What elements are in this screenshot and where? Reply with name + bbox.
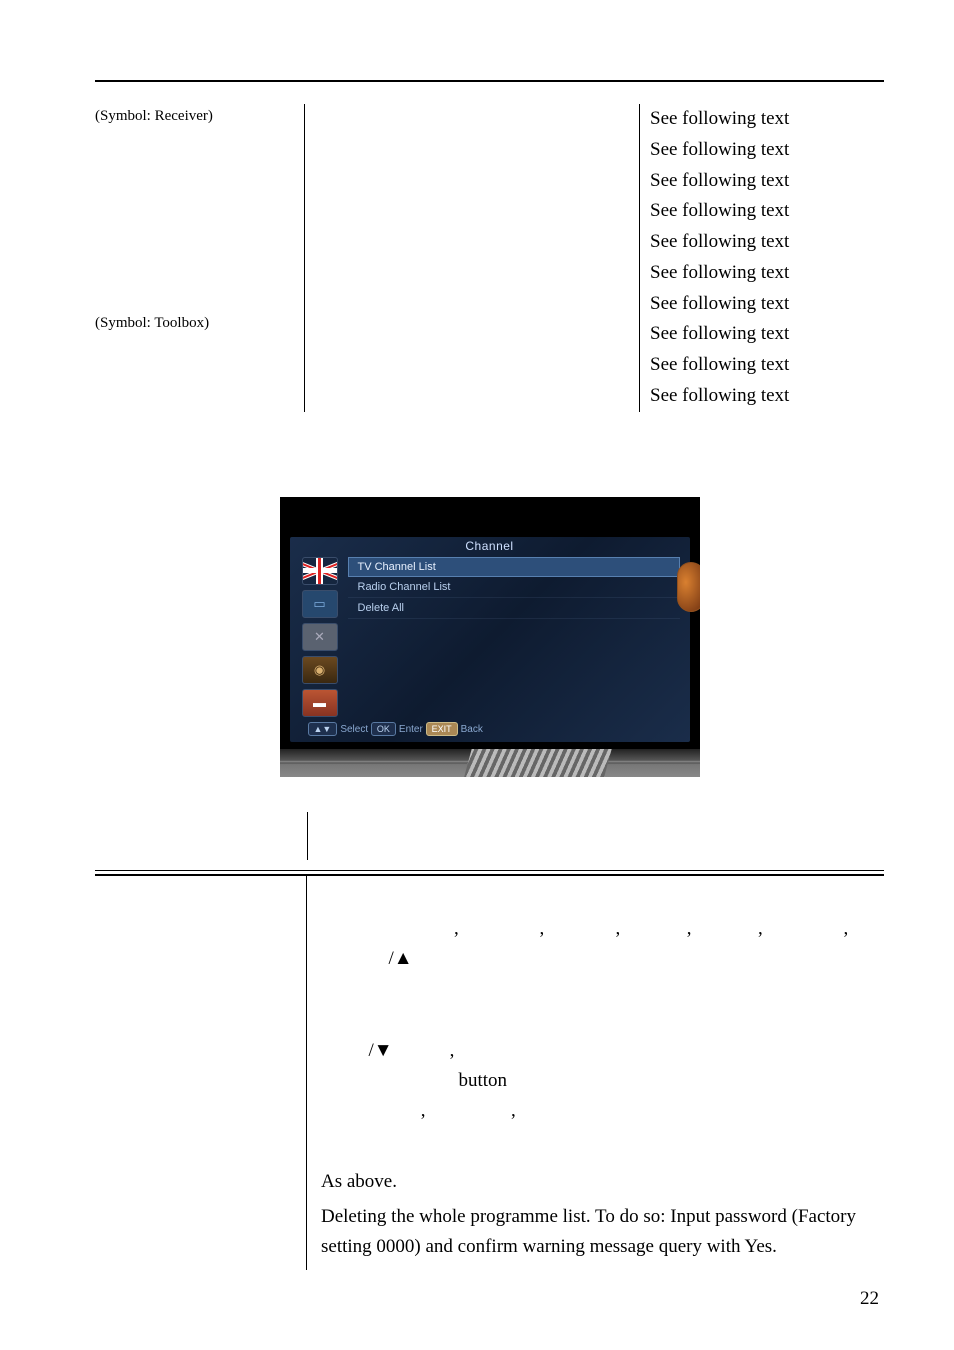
top-table: (Symbol: Receiver) (Symbol: Toolbox) See… <box>95 104 884 412</box>
row-rule <box>95 870 884 871</box>
osd-title: Channel <box>290 539 690 553</box>
top-left-col: (Symbol: Receiver) (Symbol: Toolbox) <box>95 104 305 412</box>
bottom-row-2: As above. <box>95 1165 884 1199</box>
top-right-col: See following text See following text Se… <box>640 104 884 412</box>
bottom-row-3: Deleting the whole programme list. To do… <box>95 1200 884 1271</box>
osd-menu-item-tv[interactable]: TV Channel List <box>348 557 680 577</box>
bottom-right-cell: , , , , , , /▲ /▼ , button , , <box>307 876 884 1166</box>
down-arrow-label: /▼ , <box>369 1040 455 1061</box>
flag-icon <box>302 557 338 585</box>
select-badge: ▲▼ <box>308 722 338 736</box>
bottom-table: , , , , , , /▲ /▼ , button , , <box>95 870 884 1271</box>
bottom-left-cell <box>95 876 307 1166</box>
see-text-item: See following text <box>650 319 884 350</box>
globe-icon: ◉ <box>302 656 338 684</box>
see-text-item: See following text <box>650 135 884 166</box>
bottom-row-1: , , , , , , /▲ /▼ , button , , <box>95 876 884 1166</box>
tools-icon: ✕ <box>302 623 338 651</box>
see-text-item: See following text <box>650 104 884 135</box>
osd-right-orb <box>677 562 700 612</box>
osd-screenshot: Channel ▭ ✕ ◉ ▬ TV Channel List Radio Ch… <box>280 497 700 777</box>
osd-menu-item-radio[interactable]: Radio Channel List <box>348 577 680 598</box>
back-label: Back <box>461 724 483 735</box>
see-text-item: See following text <box>650 350 884 381</box>
enter-label: Enter <box>399 724 423 735</box>
delete-all-description: Deleting the whole programme list. To do… <box>321 1206 856 1257</box>
receiver-icon: ▬ <box>302 689 338 717</box>
see-text-item: See following text <box>650 227 884 258</box>
top-mid-col <box>305 104 640 412</box>
see-text-item: See following text <box>650 381 884 412</box>
symbol-toolbox: (Symbol: Toolbox) <box>95 311 298 335</box>
back-badge: EXIT <box>426 722 458 736</box>
osd-footer: ▲▼Select OKEnter EXITBack <box>308 722 483 736</box>
symbol-receiver: (Symbol: Receiver) <box>95 104 298 128</box>
osd-screenshot-container: Channel ▭ ✕ ◉ ▬ TV Channel List Radio Ch… <box>95 497 884 777</box>
vertical-stub <box>95 812 884 860</box>
bottom-left-cell <box>95 1200 307 1271</box>
as-above-text: As above. <box>321 1171 397 1192</box>
select-label: Select <box>340 724 368 735</box>
osd-sidebar: ▭ ✕ ◉ ▬ <box>302 557 338 722</box>
row1-trailing-commas: , , <box>369 1100 516 1121</box>
bottom-left-cell <box>95 1165 307 1199</box>
see-text-item: See following text <box>650 196 884 227</box>
bottom-right-cell: Deleting the whole programme list. To do… <box>307 1200 884 1271</box>
top-rule <box>95 80 884 82</box>
row1-commas: , , , , , , <box>369 918 849 939</box>
see-text-item: See following text <box>650 166 884 197</box>
bottom-right-cell: As above. <box>307 1165 884 1199</box>
osd-menu-item-delete[interactable]: Delete All <box>348 598 680 619</box>
osd-menu-list: TV Channel List Radio Channel List Delet… <box>348 557 680 619</box>
up-arrow-label: /▲ <box>369 948 413 969</box>
page-number: 22 <box>860 1288 879 1310</box>
osd-bezel <box>280 749 700 777</box>
see-text-item: See following text <box>650 289 884 320</box>
enter-badge: OK <box>371 722 396 736</box>
see-text-item: See following text <box>650 258 884 289</box>
tv-icon: ▭ <box>302 590 338 618</box>
button-label: button <box>369 1070 508 1091</box>
